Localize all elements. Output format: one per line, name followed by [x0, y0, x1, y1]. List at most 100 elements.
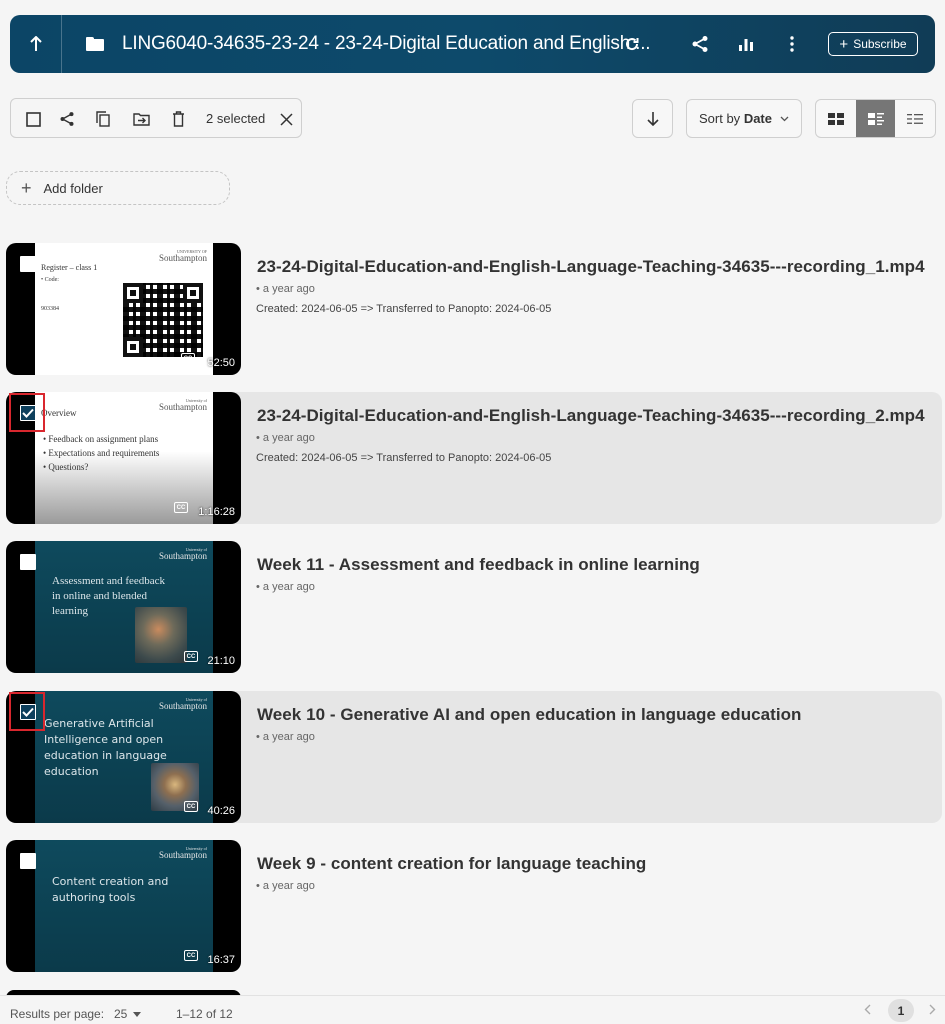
session-row[interactable]: University of Southampton Generative Arti…	[6, 691, 942, 823]
session-row[interactable]: University of Southampton Content creatio…	[6, 840, 942, 972]
duration: 21:10	[207, 655, 235, 667]
share-icon	[692, 36, 708, 52]
sort-label: Sort by Date	[699, 111, 772, 126]
slide-heading: Overview	[41, 408, 77, 418]
caret-down-icon	[133, 1011, 142, 1017]
session-thumbnail[interactable]: University of Southampton Assessment and …	[6, 541, 241, 673]
results-range: 1–12 of 12	[176, 1007, 233, 1021]
add-folder-button[interactable]: + Add folder	[6, 171, 230, 205]
delete-button[interactable]	[168, 99, 188, 139]
session-age: • a year ago	[256, 880, 315, 892]
selection-toolbar: 2 selected	[10, 98, 302, 138]
qr-code-image	[123, 283, 203, 357]
move-to-folder-icon	[132, 113, 150, 126]
duration: 52:50	[207, 357, 235, 369]
duration: 16:37	[207, 954, 235, 966]
slide-text: Assessment and feedback	[52, 575, 166, 587]
page-1-button[interactable]: 1	[888, 999, 914, 1022]
university-logo: UNIVERSITY OF Southampton	[158, 249, 207, 263]
checkbox-outline-icon	[25, 111, 41, 127]
copy-button[interactable]	[93, 99, 113, 139]
slide-text: authoring tools	[52, 891, 136, 904]
slide-text: Intelligence and open	[44, 733, 164, 746]
session-row[interactable]: University of Southampton Overview • Feed…	[6, 392, 942, 524]
more-vertical-icon	[790, 36, 794, 52]
plus-icon: +	[21, 177, 32, 198]
more-options-button[interactable]	[782, 15, 802, 73]
university-logo: University of Southampton	[158, 846, 207, 860]
folder-icon	[86, 37, 104, 51]
session-title[interactable]: 23-24-Digital-Education-and-English-Lang…	[257, 257, 925, 277]
next-page-button[interactable]	[929, 1004, 936, 1018]
chevron-left-icon	[864, 1004, 871, 1015]
slide-text: 903384	[41, 306, 59, 312]
pagination-footer: Results per page: 25 1–12 of 12 1	[0, 995, 945, 1024]
highlight-box	[9, 692, 45, 731]
folder-title: LING6040-34635-23-24 - 23-24-Digital Edu…	[122, 33, 651, 54]
slide-heading: Register – class 1	[41, 263, 98, 272]
slide-bullet: • Feedback on assignment plans	[43, 434, 159, 444]
slide-text: • Code:	[41, 277, 59, 283]
share-icon	[60, 112, 74, 126]
session-thumbnail[interactable]: UNIVERSITY OF Southampton Register – clas…	[6, 243, 241, 375]
row-checkbox[interactable]	[20, 853, 36, 869]
list-view-icon	[907, 113, 924, 124]
session-title[interactable]: Week 9 - content creation for language t…	[257, 854, 646, 874]
move-button[interactable]	[130, 99, 152, 139]
duration: 1:16:28	[198, 506, 235, 518]
close-icon	[279, 112, 293, 126]
clear-selection-button[interactable]	[276, 99, 296, 139]
parent-folder-button[interactable]	[10, 15, 62, 73]
tile-view-icon	[827, 112, 844, 125]
arrow-down-icon	[646, 112, 659, 126]
sort-direction-button[interactable]	[632, 99, 673, 138]
session-age: • a year ago	[256, 581, 315, 593]
session-title[interactable]: Week 11 - Assessment and feedback in onl…	[257, 555, 700, 575]
selected-count: 2 selected	[206, 111, 266, 126]
stats-button[interactable]	[734, 15, 758, 73]
share-selected-button[interactable]	[57, 99, 77, 139]
slide-bullet: • Expectations and requirements	[43, 448, 160, 458]
session-age: • a year ago	[256, 432, 315, 444]
closed-captions-icon: CC	[184, 651, 198, 662]
row-checkbox[interactable]	[20, 256, 36, 272]
session-description: Created: 2024-06-05 => Transferred to Pa…	[256, 303, 552, 315]
per-page-value: 25	[114, 1007, 128, 1021]
bar-chart-icon	[739, 39, 753, 51]
sort-dropdown[interactable]: Sort by Date	[686, 99, 802, 138]
row-checkbox[interactable]	[20, 554, 36, 570]
session-thumbnail[interactable]: University of Southampton Content creatio…	[6, 840, 241, 972]
session-age: • a year ago	[256, 731, 315, 743]
closed-captions-icon: CC	[174, 502, 188, 513]
add-folder-label: Add folder	[43, 180, 103, 196]
slide-artwork	[135, 607, 187, 663]
university-logo: University of Southampton	[158, 697, 207, 711]
university-logo: University of Southampton	[158, 398, 207, 412]
subscribe-button[interactable]: + Subscribe	[828, 32, 918, 56]
refresh-button[interactable]	[620, 15, 644, 73]
session-title[interactable]: Week 10 - Generative AI and open educati…	[257, 705, 802, 725]
plus-icon: +	[839, 35, 849, 53]
results-per-page-label: Results per page:	[10, 1007, 105, 1021]
chevron-down-icon	[780, 116, 789, 121]
university-logo: University of Southampton	[158, 547, 207, 561]
view-detail-button[interactable]	[855, 100, 896, 137]
subscribe-label: Subscribe	[853, 37, 907, 51]
closed-captions-icon: CC	[184, 950, 198, 961]
duration: 40:26	[207, 805, 235, 817]
slide-text: education in language	[44, 749, 167, 762]
session-row[interactable]: University of Southampton Assessment and …	[6, 541, 942, 673]
closed-captions-icon: CC	[184, 801, 198, 812]
refresh-icon	[626, 38, 639, 51]
previous-page-button[interactable]	[864, 1004, 871, 1018]
session-title[interactable]: 23-24-Digital-Education-and-English-Lang…	[257, 406, 925, 426]
session-age: • a year ago	[256, 283, 315, 295]
session-row[interactable]: UNIVERSITY OF Southampton Register – clas…	[6, 243, 942, 375]
select-all-checkbox[interactable]	[23, 99, 43, 139]
share-button[interactable]	[688, 15, 712, 73]
view-list-button[interactable]	[895, 100, 935, 137]
view-tile-button[interactable]	[816, 100, 856, 137]
results-per-page-select[interactable]: 25	[114, 1007, 142, 1021]
copy-icon	[96, 111, 110, 127]
highlight-box	[9, 393, 45, 432]
